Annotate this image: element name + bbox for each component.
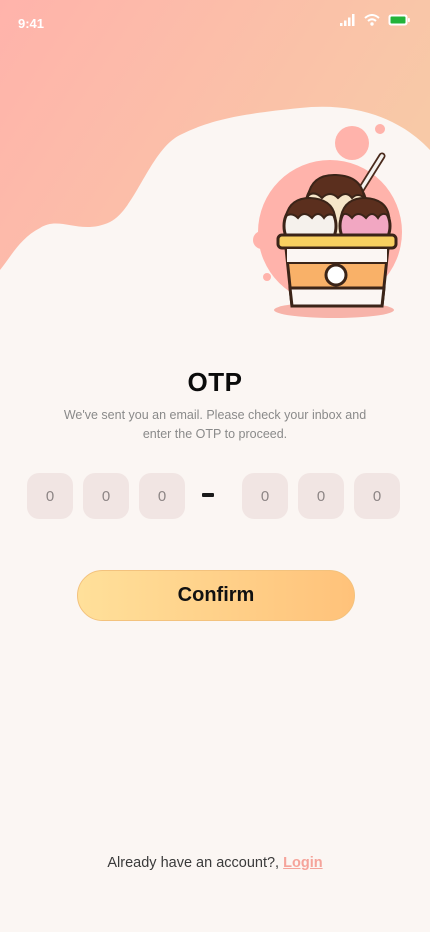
signal-icon <box>340 14 355 26</box>
otp-digit-2[interactable] <box>83 473 129 519</box>
otp-digit-4[interactable] <box>242 473 288 519</box>
otp-digit-3[interactable] <box>139 473 185 519</box>
status-time: 9:41 <box>18 16 45 31</box>
otp-separator <box>202 493 214 497</box>
ice-cream-cup-illustration <box>274 152 398 318</box>
wifi-icon <box>364 14 380 26</box>
login-prompt: Already have an account?, Login <box>0 855 430 871</box>
otp-digit-5[interactable] <box>298 473 344 519</box>
status-icons <box>340 14 410 26</box>
login-prompt-text: Already have an account?, <box>107 855 280 871</box>
page-subtitle: We've sent you an email. Please check yo… <box>63 408 367 441</box>
otp-input-group <box>0 473 430 519</box>
status-bar: 9:41 <box>0 0 430 48</box>
confirm-button[interactable]: Confirm <box>77 570 355 621</box>
otp-digit-1[interactable] <box>27 473 73 519</box>
battery-icon <box>388 14 410 26</box>
page-title: OTP <box>187 367 243 397</box>
otp-digit-6[interactable] <box>354 473 400 519</box>
login-link[interactable]: Login <box>283 855 322 871</box>
